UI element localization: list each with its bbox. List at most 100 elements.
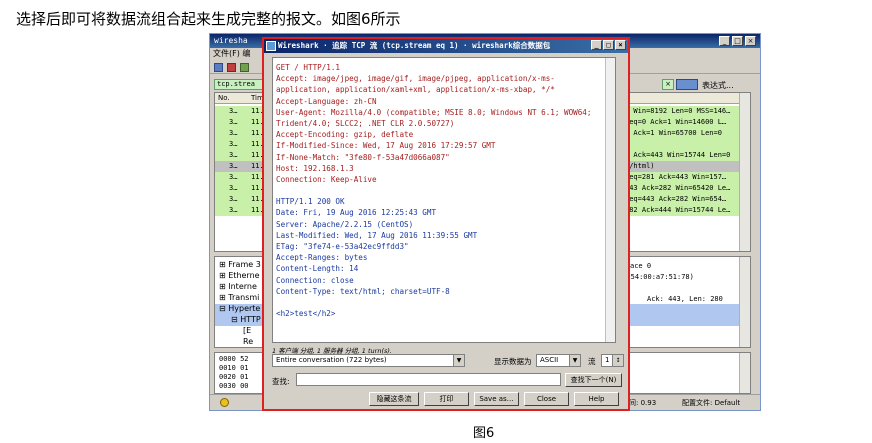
status-profile[interactable]: 配置文件: Default (682, 398, 740, 408)
find-input[interactable] (296, 373, 561, 386)
display-filter-input[interactable]: tcp.strea (214, 79, 264, 90)
close-icon[interactable]: × (745, 36, 756, 46)
tree-item[interactable]: ⊞ Etherne (219, 270, 260, 281)
toolbar-start-icon[interactable] (240, 63, 249, 72)
response-line: HTTP/1.1 200 OK (276, 197, 345, 207)
hex-row: 0020 01 (219, 373, 249, 381)
response-line: Server: Apache/2.2.15 (CentOS) (276, 219, 414, 229)
maximize-icon[interactable]: □ (603, 40, 614, 50)
stream-number-stepper[interactable]: 1 ↕ (601, 354, 624, 367)
help-button[interactable]: Help (574, 392, 619, 406)
row-number: 3… (229, 162, 238, 170)
response-line: Content-Type: text/html; charset=UTF-8 (276, 286, 450, 296)
hex-row: 0000 52 (219, 355, 249, 363)
tree-scrollbar[interactable] (739, 257, 750, 347)
filter-apply-icon[interactable] (676, 79, 698, 90)
request-line: Host: 192.168.1.3 (276, 163, 354, 173)
save-as-button[interactable]: Save as… (474, 392, 519, 406)
column-no[interactable]: No. (218, 93, 230, 104)
body-line: <h2>test</h2> (276, 309, 336, 319)
row-number: 3… (229, 206, 238, 214)
row-number: 3… (229, 118, 238, 126)
tree-item-label: Etherne (228, 271, 260, 280)
request-line: Trident/4.0; SLCC2; .NET CLR 2.0.50727) (276, 118, 455, 128)
stream-content[interactable]: GET / HTTP/1.1 Accept: image/jpeg, image/… (272, 57, 616, 343)
row-number: 3… (229, 140, 238, 148)
tree-item-label: Frame 3 (228, 260, 261, 269)
expand-toggle-icon[interactable]: ⊞ (219, 271, 228, 280)
dialog-title: Wireshark · 追踪 TCP 流 (tcp.stream eq 1) ·… (278, 41, 551, 50)
dialog-title-bar: Wireshark · 追踪 TCP 流 (tcp.stream eq 1) ·… (264, 39, 628, 53)
row-number: 3… (229, 184, 238, 192)
expand-toggle-icon[interactable]: ⊞ (219, 293, 228, 302)
tree-item[interactable]: ⊟ HTTP (231, 314, 261, 325)
show-data-as-label: 显示数据为 (494, 357, 532, 366)
minimize-icon[interactable]: _ (591, 40, 602, 50)
follow-tcp-stream-dialog: Wireshark · 追踪 TCP 流 (tcp.stream eq 1) ·… (262, 37, 630, 411)
row-info: 0 Win=8192 Len=0 MSS=146… (625, 107, 731, 115)
tree-item-label: Re (243, 337, 254, 346)
wireshark-logo-icon (266, 41, 276, 51)
request-line: Accept-Language: zh-CN (276, 96, 377, 106)
stream-scrollbar[interactable] (605, 58, 615, 342)
expression-button[interactable]: 表达式... (702, 80, 734, 91)
row-info: Seq=443 Ack=282 Win=654… (625, 195, 727, 203)
request-line: Accept: image/jpeg, image/gif, image/pjp… (276, 74, 555, 84)
request-line: If-Modified-Since: Wed, 17 Aug 2016 17:2… (276, 141, 496, 151)
packet-list-scrollbar[interactable] (739, 93, 750, 251)
data-format-value: ASCII (540, 356, 559, 364)
row-number: 3… (229, 129, 238, 137)
find-next-button[interactable]: 查找下一个(N) (565, 373, 622, 387)
request-line: GET / HTTP/1.1 (276, 63, 341, 72)
tree-item-label: Hyperte (228, 304, 261, 313)
expand-toggle-icon[interactable]: ⊞ (219, 282, 228, 291)
hex-scrollbar[interactable] (739, 353, 750, 393)
expand-toggle-icon[interactable]: ⊟ (231, 315, 240, 324)
chevron-down-icon[interactable]: ▼ (453, 355, 464, 366)
stream-label: 流 (588, 357, 596, 366)
hide-stream-button[interactable]: 隐藏这条流 (369, 392, 419, 406)
tree-item[interactable]: Re (243, 336, 253, 347)
tree-item[interactable]: ⊞ Interne (219, 281, 257, 292)
stream-number-value: 1 (605, 356, 610, 364)
expand-toggle-icon[interactable]: ⊟ (219, 304, 228, 313)
figure-label: 图6 (473, 426, 495, 441)
main-window-controls: _ □ × (719, 36, 756, 46)
response-line: ETag: "3fe74-e-53a42ec9ffdd3" (276, 242, 409, 251)
tree-item-label: Interne (228, 282, 257, 291)
data-format-select[interactable]: ASCII ▼ (536, 354, 581, 367)
response-line: Accept-Ranges: bytes (276, 253, 368, 263)
tree-item[interactable]: ⊟ Hyperte (219, 303, 260, 314)
tree-item[interactable]: [E (243, 325, 251, 336)
response-line: Date: Fri, 19 Aug 2016 12:25:43 GMT (276, 208, 437, 218)
row-number: 3… (229, 173, 238, 181)
row-info: 443 Ack=282 Win=65420 Le… (625, 184, 731, 192)
chevron-down-icon[interactable]: ▼ (569, 355, 580, 366)
response-line: Connection: close (276, 275, 354, 285)
close-button[interactable]: Close (524, 392, 569, 406)
conversation-select[interactable]: Entire conversation (722 bytes) ▼ (272, 354, 465, 367)
spin-arrows-icon[interactable]: ↕ (612, 355, 623, 366)
article-caption: 选择后即可将数据流组合起来生成完整的报文。如图6所示 (16, 10, 401, 28)
toolbar-interface-icon[interactable] (214, 63, 223, 72)
row-number: 3… (229, 151, 238, 159)
status-indicator-icon[interactable] (220, 398, 229, 407)
expand-toggle-icon[interactable]: ⊞ (219, 260, 228, 269)
response-block: HTTP/1.1 200 OK Date: Fri, 19 Aug 2016 12… (276, 196, 612, 297)
print-button[interactable]: 打印 (424, 392, 469, 406)
tree-info-line: Ack: 443, Len: 280 (647, 295, 723, 303)
request-block: GET / HTTP/1.1 Accept: image/jpeg, image/… (276, 62, 612, 185)
row-info: 1 Ack=1 Win=65700 Len=0 (625, 129, 722, 137)
maximize-icon[interactable]: □ (732, 36, 743, 46)
toolbar-stop-icon[interactable] (227, 63, 236, 72)
tree-item[interactable]: ⊞ Frame 3 (219, 259, 261, 270)
filter-clear-icon[interactable]: × (662, 79, 674, 90)
close-icon[interactable]: × (615, 40, 626, 50)
row-number: 3… (229, 195, 238, 203)
row-info: Seq=281 Ack=443 Win=157… (625, 173, 727, 181)
row-info: 1 Ack=443 Win=15744 Len=0 (625, 151, 731, 159)
tree-item[interactable]: ⊞ Transmi (219, 292, 259, 303)
minimize-icon[interactable]: _ (719, 36, 730, 46)
tree-item-label: [E (243, 326, 252, 335)
